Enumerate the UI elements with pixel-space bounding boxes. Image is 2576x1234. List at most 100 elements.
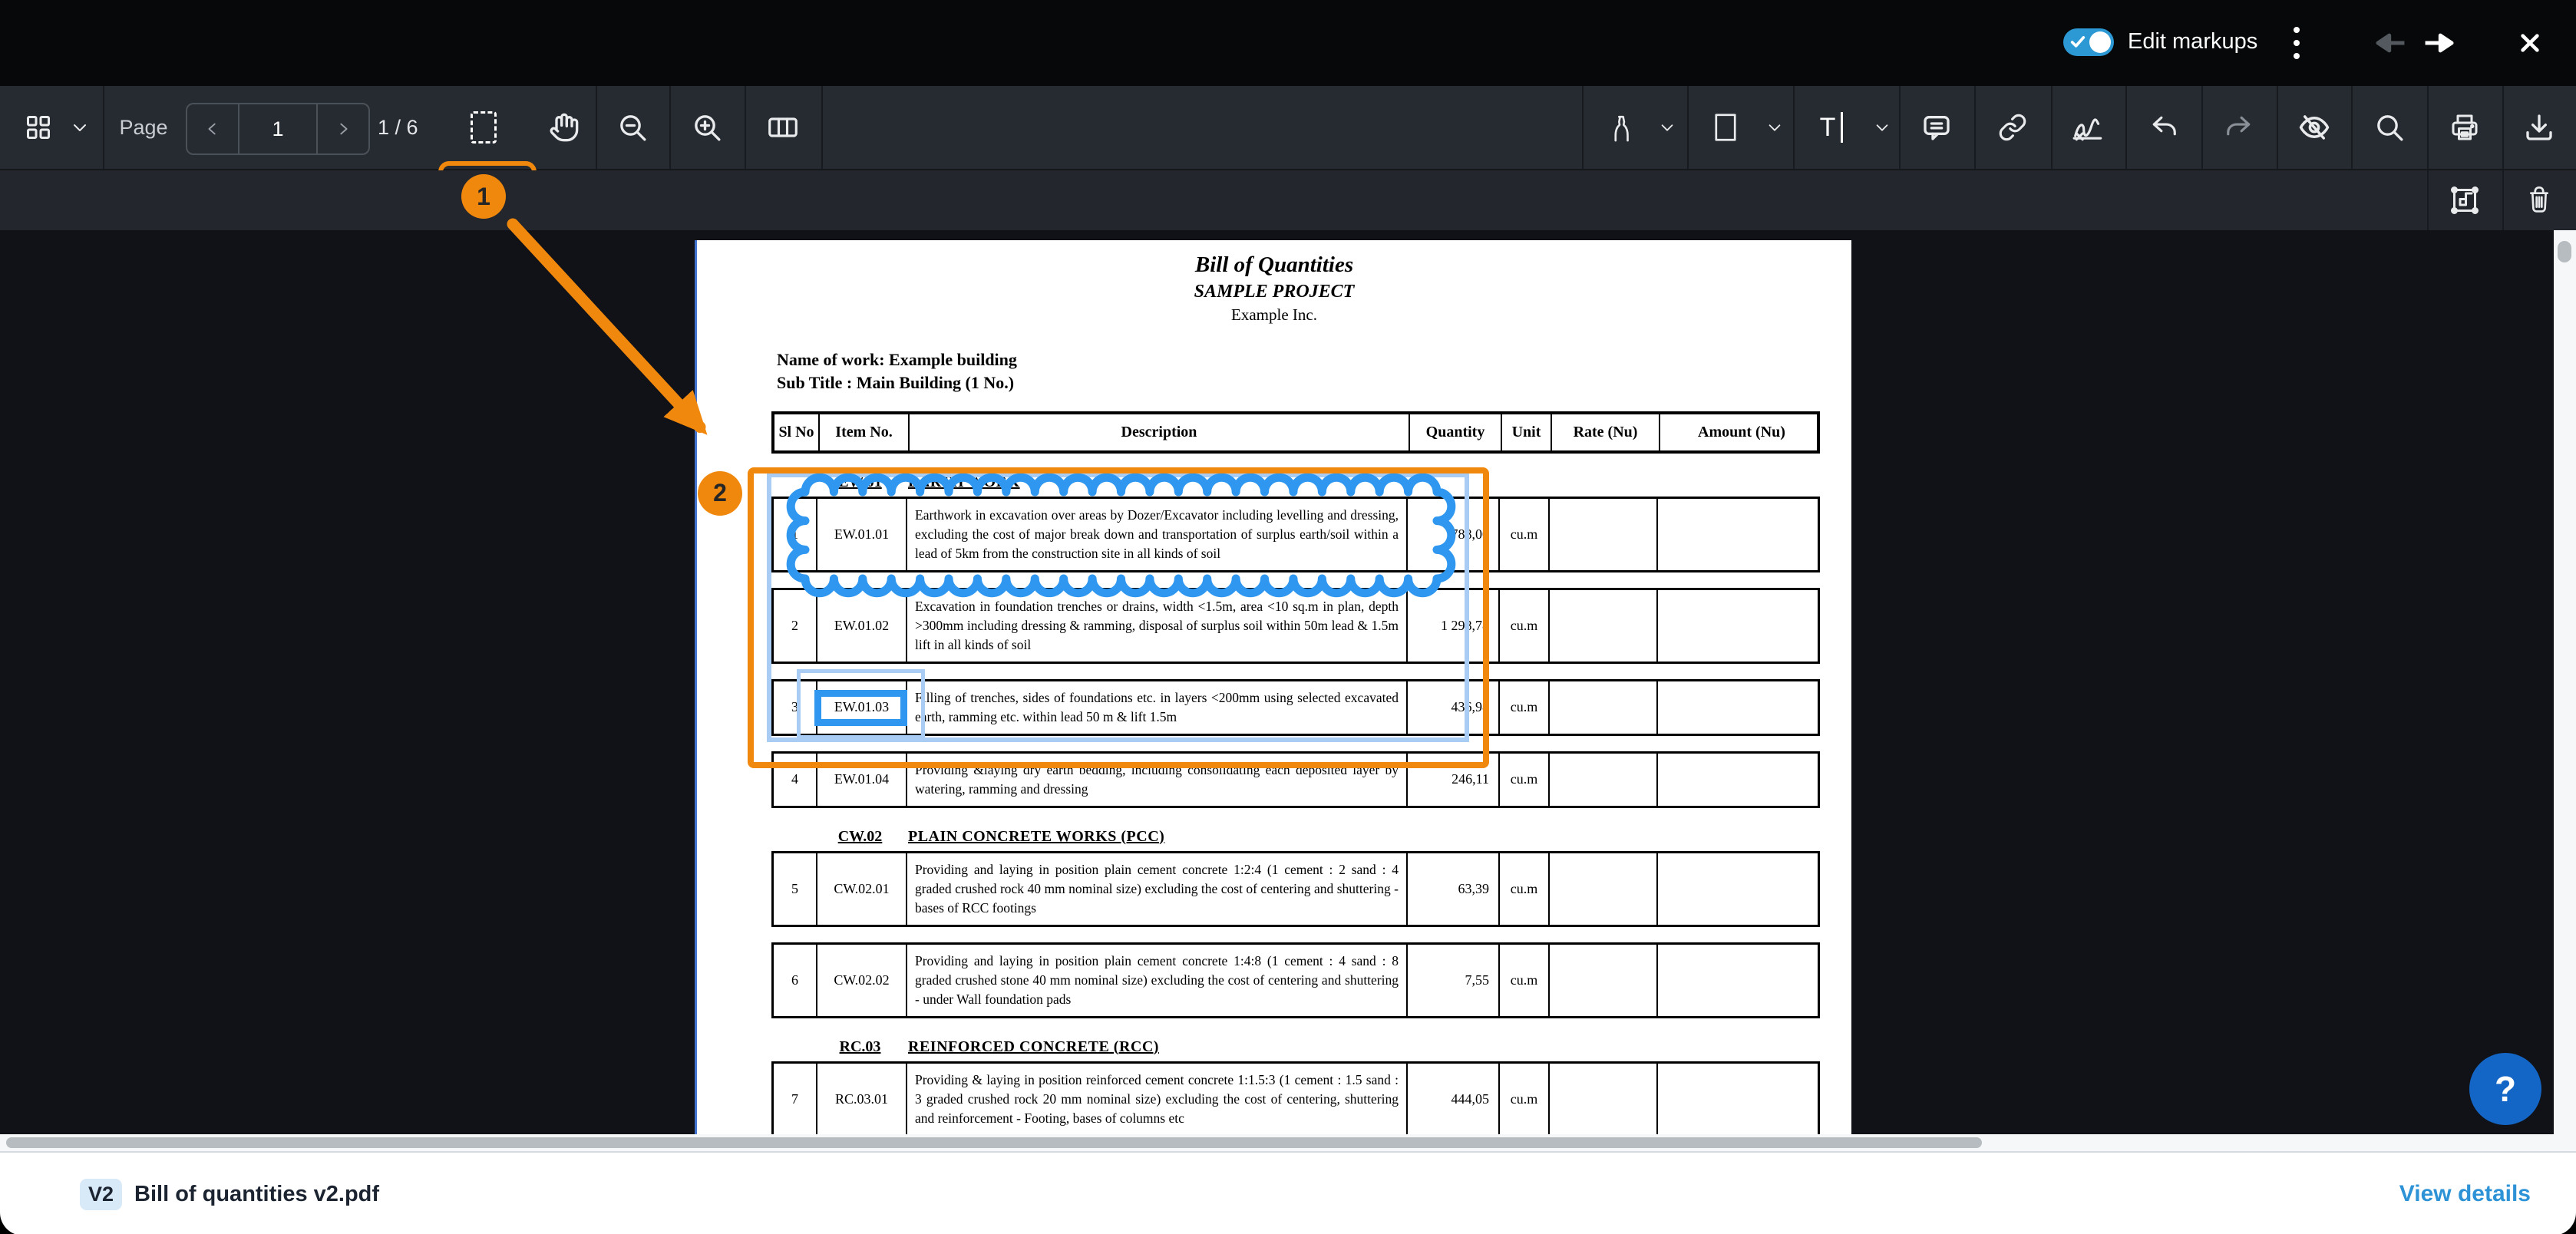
table-row: 6 CW.02.02 Providing and laying in posit…: [771, 942, 1820, 1018]
next-arrow-icon[interactable]: [2418, 23, 2458, 63]
cell-amount: [1656, 754, 1819, 806]
marquee-select-tool[interactable]: [441, 86, 526, 169]
cell-rate: [1548, 499, 1656, 570]
pen-tool-chevron-icon[interactable]: [1650, 86, 1684, 169]
cell-sl-no: 3: [774, 681, 816, 734]
cell-sl-no: 6: [774, 945, 816, 1016]
hide-markups-tool[interactable]: [2278, 86, 2350, 169]
col-header: Unit: [1501, 414, 1551, 450]
vertical-scrollbar[interactable]: [2554, 230, 2576, 1134]
document-meta: Name of work: Example building Sub Title…: [777, 348, 1851, 394]
cell-amount: [1656, 853, 1819, 925]
annotation-context-toolbar: [0, 170, 2576, 230]
document-subtitle: SAMPLE PROJECT: [697, 280, 1851, 303]
section-title: PLAIN CONCRETE WORKS (PCC): [908, 828, 1164, 846]
document-viewer[interactable]: Bill of Quantities SAMPLE PROJECT Exampl…: [0, 230, 2554, 1134]
horizontal-scrollbar-thumb[interactable]: [6, 1137, 1982, 1148]
section-title: REINFORCED CONCRETE (RCC): [908, 1038, 1159, 1056]
cell-item-no: EW.01.02: [816, 590, 906, 662]
cell-unit: cu.m: [1498, 945, 1548, 1016]
prev-page-icon[interactable]: [187, 104, 238, 153]
vertical-scrollbar-thumb[interactable]: [2558, 241, 2571, 262]
document-title: Bill of Quantities: [697, 251, 1851, 279]
transform-annotation-tool[interactable]: [2429, 170, 2501, 230]
table-row: 4 EW.01.04 Providing &laying dry earth b…: [771, 751, 1820, 808]
search-tool[interactable]: [2353, 86, 2426, 169]
zoom-in-tool[interactable]: [671, 86, 743, 169]
zoom-out-tool[interactable]: [597, 86, 668, 169]
cell-unit: cu.m: [1498, 681, 1548, 734]
shape-rectangle-tool[interactable]: [1693, 86, 1758, 169]
close-icon[interactable]: [2510, 23, 2550, 63]
cell-unit: cu.m: [1498, 499, 1548, 570]
check-icon: [2069, 34, 2086, 51]
section-heading: RC.03 REINFORCED CONCRETE (RCC): [771, 1038, 1820, 1056]
table-row: 2 EW.01.02 Excavation in foundation tren…: [771, 588, 1820, 664]
cell-item-no: RC.03.01: [816, 1064, 906, 1135]
cell-amount: [1656, 590, 1819, 662]
col-header: Quantity: [1409, 414, 1501, 450]
cell-sl-no: 1: [774, 499, 816, 570]
previous-arrow-icon[interactable]: [2372, 23, 2412, 63]
cell-rate: [1548, 754, 1656, 806]
next-page-icon[interactable]: [318, 104, 368, 153]
cell-item-no: CW.02.02: [816, 945, 906, 1016]
link-tool[interactable]: [1976, 86, 2049, 169]
cell-rate: [1548, 1064, 1656, 1135]
signature-tool[interactable]: [2053, 86, 2124, 169]
pen-tool[interactable]: [1587, 86, 1652, 169]
horizontal-scrollbar[interactable]: [0, 1134, 2576, 1151]
download-tool[interactable]: [2504, 86, 2574, 169]
file-name: Bill of quantities v2.pdf: [134, 1182, 379, 1207]
cell-amount: [1656, 681, 1819, 734]
toggle-knob: [2089, 31, 2111, 53]
redo-tool[interactable]: [2203, 86, 2275, 169]
version-badge: V2: [80, 1179, 122, 1210]
section-heading: EW.01 EARTH WORK: [771, 473, 1820, 491]
cell-unit: cu.m: [1498, 1064, 1548, 1135]
section-title: EARTH WORK: [908, 473, 1020, 491]
app-window: Edit markups Page 1 1 / 6: [0, 0, 2576, 1234]
cell-unit: cu.m: [1498, 853, 1548, 925]
thumbnails-grid-icon[interactable]: [17, 86, 60, 169]
col-header: Sl No: [774, 414, 818, 450]
col-header: Rate (Nu): [1551, 414, 1659, 450]
cell-amount: [1656, 945, 1819, 1016]
section-code: RC.03: [815, 1038, 905, 1056]
cell-unit: cu.m: [1498, 754, 1548, 806]
cell-quantity: 63,39: [1406, 853, 1498, 925]
text-tool-chevron-icon[interactable]: [1865, 86, 1899, 169]
cell-description: Providing and laying in position plain c…: [906, 945, 1406, 1016]
print-tool[interactable]: [2429, 86, 2501, 169]
step-2-badge: 2: [698, 471, 742, 516]
cell-amount: [1656, 1064, 1819, 1135]
table-row: 5 CW.02.01 Providing and laying in posit…: [771, 851, 1820, 927]
undo-tool[interactable]: [2127, 86, 2200, 169]
view-details-link[interactable]: View details: [2399, 1181, 2531, 1207]
shape-tool-chevron-icon[interactable]: [1758, 86, 1792, 169]
page-number-input[interactable]: 1: [238, 104, 318, 153]
view-mode-chevron-icon[interactable]: [64, 86, 95, 169]
cell-rate: [1548, 590, 1656, 662]
page-navigator: 1: [186, 103, 370, 155]
cell-quantity: 1 298,78: [1406, 590, 1498, 662]
delete-annotation-tool[interactable]: [2504, 170, 2574, 230]
cell-item-no: EW.01.01: [816, 499, 906, 570]
table-header-row: Sl No Item No. Description Quantity Unit…: [771, 411, 1820, 454]
cell-sl-no: 4: [774, 754, 816, 806]
more-options-icon[interactable]: [2281, 21, 2312, 64]
text-tool[interactable]: T: [1799, 86, 1864, 169]
cell-rate: [1548, 853, 1656, 925]
main-toolbar: Page 1 1 / 6: [0, 86, 2576, 170]
page-fraction-label: 1 / 6: [378, 86, 418, 169]
pan-hand-tool[interactable]: [537, 86, 591, 169]
help-button[interactable]: ?: [2469, 1053, 2541, 1125]
pdf-page[interactable]: Bill of Quantities SAMPLE PROJECT Exampl…: [697, 240, 1851, 1134]
comment-tool[interactable]: [1901, 86, 1973, 169]
cell-description: Providing and laying in position plain c…: [906, 853, 1406, 925]
col-header: Item No.: [818, 414, 908, 450]
edit-markups-toggle[interactable]: [2063, 28, 2114, 56]
col-header: Description: [908, 414, 1409, 450]
marquee-icon: [471, 111, 497, 144]
page-layout-tool[interactable]: [746, 86, 820, 169]
